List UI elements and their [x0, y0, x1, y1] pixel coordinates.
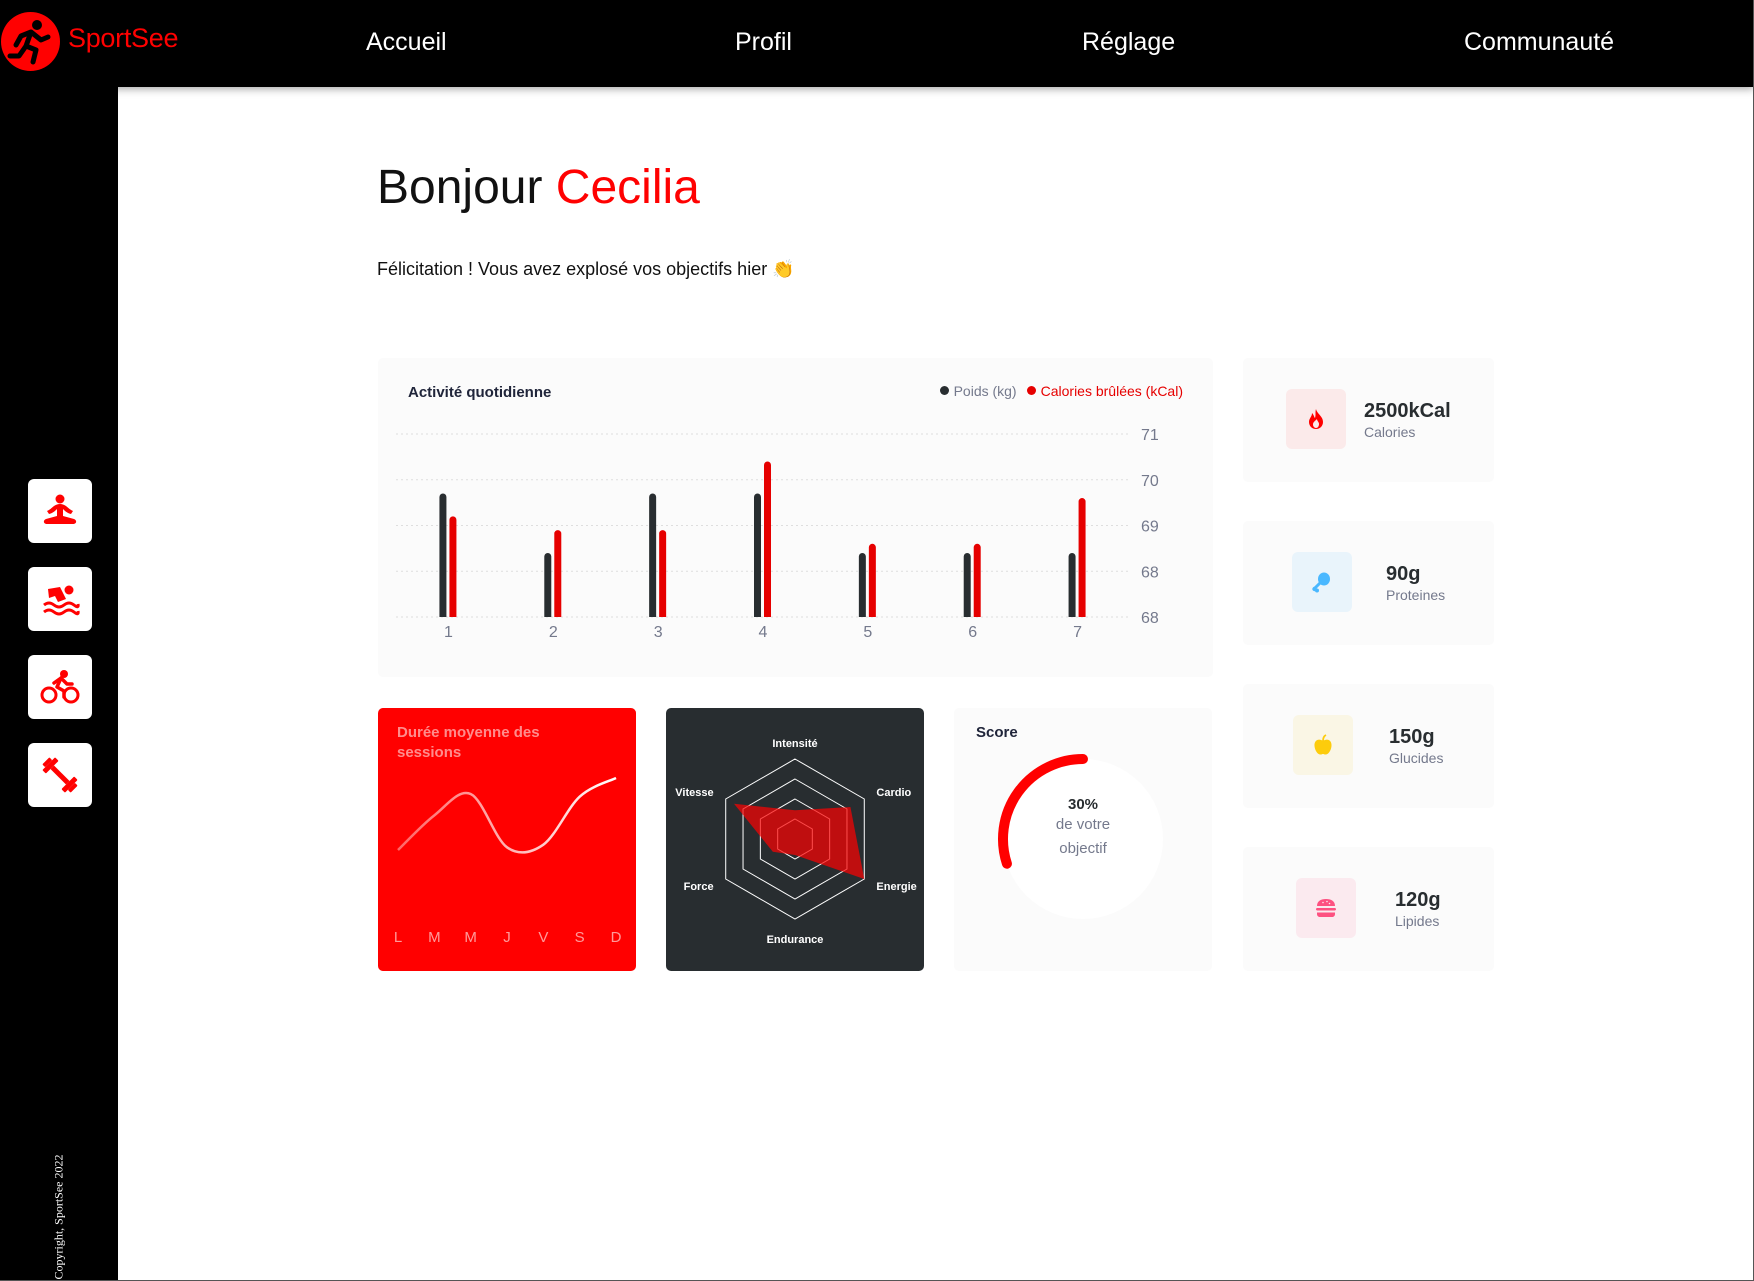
daily-activity-chart: Activité quotidienne Poids (kg) Calories… [378, 358, 1213, 677]
day-label: V [538, 929, 548, 946]
logo-text: SportSee [68, 23, 179, 53]
calories-bar [868, 543, 876, 617]
key-data-calories: 2500kCal Calories [1243, 358, 1494, 482]
nav-profil[interactable]: Profil [735, 28, 792, 57]
day-label: D [611, 929, 622, 946]
copyright-text: Copyright, SportSee 2022 [51, 1154, 66, 1280]
cycling-icon [40, 670, 80, 704]
lipids-value: 120g [1395, 889, 1441, 911]
radar-axis-label: Energie [876, 881, 916, 893]
sidebar-item-cycling[interactable] [28, 655, 92, 719]
swimming-icon [43, 585, 80, 616]
activity-plot: 71 70 69 68 68 1 2 3 4 5 6 7 [396, 427, 1159, 641]
calories-value: 2500kCal [1364, 400, 1451, 422]
y-tick-label: 68 [1141, 610, 1159, 627]
y-tick-label: 70 [1141, 473, 1159, 490]
calories-bar [554, 530, 562, 617]
y-tick-label: 68 [1141, 564, 1159, 581]
average-sessions-chart: Durée moyenne des sessions LMMJVSD [378, 708, 636, 971]
burger-icon [1296, 878, 1356, 938]
score-line-1: de votre [1055, 816, 1111, 833]
carbs-value: 150g [1389, 726, 1435, 748]
key-data-lipids: 120g Lipides [1243, 847, 1494, 971]
weight-bar [1068, 552, 1076, 617]
day-label: M [428, 929, 441, 946]
nav-accueil[interactable]: Accueil [366, 28, 447, 57]
radar-axis-label: Endurance [767, 934, 824, 946]
chicken-icon [1292, 552, 1352, 612]
x-tick-label: 3 [654, 624, 663, 641]
sidebar-item-bodybuilding[interactable] [28, 743, 92, 807]
key-data-carbs: 150g Glucides [1243, 684, 1494, 808]
calories-bar [449, 516, 457, 617]
calories-bar [973, 543, 981, 617]
weight-bar [439, 493, 447, 617]
runner-logo-icon [1, 12, 60, 71]
weight-bar [858, 552, 866, 617]
weight-bar [963, 552, 971, 617]
radar-axis-label: Intensité [772, 738, 817, 750]
x-tick-label: 4 [759, 624, 768, 641]
day-label: L [394, 929, 402, 946]
x-tick-label: 5 [863, 624, 872, 641]
lipids-label: Lipides [1395, 913, 1440, 929]
calories-bar [659, 530, 667, 617]
radar-area [734, 803, 865, 879]
congratulation-message: Félicitation ! Vous avez explosé vos obj… [377, 259, 795, 279]
meditation-icon [43, 494, 77, 524]
weight-bar [649, 493, 657, 617]
y-tick-label: 71 [1141, 427, 1159, 444]
user-name: Cecilia [555, 161, 700, 214]
radar-axis-label: Force [684, 881, 714, 893]
proteins-value: 90g [1386, 563, 1421, 585]
day-label: S [575, 929, 585, 946]
weight-bar [544, 552, 552, 617]
greeting-heading: Bonjour Cecilia [377, 160, 700, 215]
sidebar-item-swimming[interactable] [28, 567, 92, 631]
score-label: 30% de votre objectif [954, 796, 1212, 861]
x-tick-label: 6 [968, 624, 977, 641]
logo[interactable]: SportSee [1, 12, 178, 71]
top-navigation: SportSee Accueil Profil Réglage Communau… [0, 0, 1754, 87]
performance-radar-chart: Intensité Cardio Energie Endurance Force Vite… [666, 708, 924, 971]
greeting-hello: Bonjour [377, 161, 543, 214]
dumbbell-icon [42, 757, 78, 793]
calories-label: Calories [1364, 424, 1416, 440]
calories-bar [764, 461, 771, 617]
radar-axis-label: Cardio [876, 787, 911, 799]
x-tick-label: 2 [549, 624, 558, 641]
nav-reglage[interactable]: Réglage [1082, 28, 1175, 57]
key-data-proteins: 90g Proteines [1243, 521, 1494, 645]
fire-icon [1286, 389, 1346, 449]
sessions-line [397, 776, 617, 854]
x-tick-label: 1 [444, 624, 453, 641]
radar-axis-label: Vitesse [675, 787, 713, 799]
score-line-2: objectif [1059, 840, 1107, 857]
radar-plot: Intensité Cardio Energie Endurance Force Vite… [675, 738, 917, 946]
score-chart: Score 30% de votre objectif [954, 708, 1212, 971]
x-tick-label: 7 [1073, 624, 1082, 641]
apple-icon [1293, 715, 1353, 775]
sidebar-item-yoga[interactable] [28, 479, 92, 543]
day-label: J [503, 929, 511, 946]
score-percent: 30% [1067, 796, 1099, 813]
sidebar: Copyright, SportSee 2022 [0, 87, 118, 1281]
proteins-label: Proteines [1386, 587, 1446, 603]
y-tick-label: 69 [1141, 519, 1159, 536]
nav-communaute[interactable]: Communauté [1464, 28, 1614, 57]
sessions-plot: LMMJVSD [394, 776, 622, 946]
calories-bar [1078, 498, 1086, 617]
weight-bar [754, 493, 761, 617]
carbs-label: Glucides [1389, 750, 1444, 766]
day-label: M [464, 929, 477, 946]
